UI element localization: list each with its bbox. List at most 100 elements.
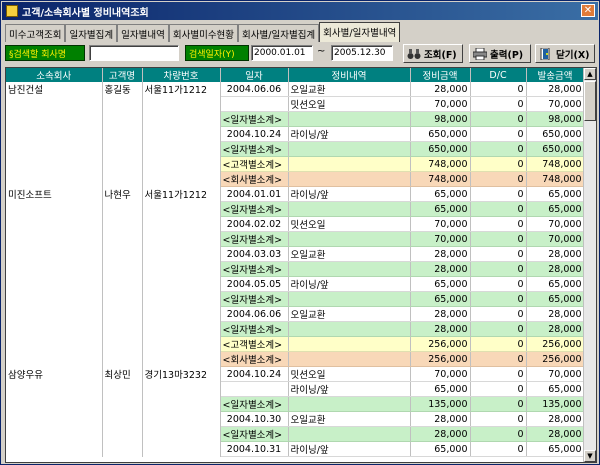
cell-dc: 0: [470, 82, 527, 97]
company-search-button[interactable]: §검색할 회사명: [5, 45, 85, 61]
cell-dc: 0: [470, 381, 527, 397]
cell-company: 미진소프트: [6, 186, 103, 202]
cell-item: [288, 426, 411, 442]
cell-company: [6, 291, 103, 307]
cell-item: 라이닝/앞: [288, 126, 411, 142]
table-row[interactable]: 2004.02.02 밋션오일 70,000 0 70,000: [6, 216, 585, 232]
table-row[interactable]: 미진소프트 나현우 서울11가1212 2004.01.01 라이닝/앞 65,000 0 6…: [6, 186, 585, 202]
cell-amount: 135,000: [410, 396, 471, 412]
scroll-down-arrow[interactable]: ▼: [584, 450, 596, 462]
cell-customer: [102, 96, 143, 112]
table-row[interactable]: <일자별소계> 28,000 0 28,000: [6, 321, 585, 337]
table-row[interactable]: 남진건설 홍길동 서울11가1212 2004.06.06 오일교환 28,000 0 28,…: [6, 82, 585, 97]
close-button[interactable]: 닫기(X): [535, 44, 595, 63]
cell-dc: 0: [470, 171, 527, 187]
close-window-button[interactable]: ✕: [581, 4, 595, 17]
cell-date: <고객별소계>: [220, 156, 289, 172]
window-title: 고객/소속회사별 정비내역조회: [22, 7, 149, 19]
details-grid[interactable]: 소속회사 고객명 차량번호 일자 정비내역 정비금액 D/C 발송금액 남진건설 홍길동 서울11…: [5, 67, 597, 463]
cell-company: [6, 96, 103, 112]
date-to-input[interactable]: 2005.12.30: [331, 45, 393, 61]
cell-amount: 28,000: [410, 261, 471, 277]
table-row[interactable]: <일자별소계> 65,000 0 65,000: [6, 291, 585, 307]
cell-company: [6, 306, 103, 322]
cell-total: 65,000: [526, 291, 585, 307]
app-window: 고객/소속회사별 정비내역조회 ✕ 미수고객조회 일자별집계 일자별내역 회사별…: [0, 0, 600, 465]
table-row[interactable]: <일자별소계> 28,000 0 28,000: [6, 426, 585, 442]
cell-company: [6, 156, 103, 172]
query-button[interactable]: 조회(F): [403, 44, 463, 63]
cell-item: [288, 261, 411, 277]
table-row[interactable]: 라이닝/앞 65,000 0 65,000: [6, 381, 585, 397]
table-row[interactable]: <일자별소계> 98,000 0 98,000: [6, 111, 585, 127]
vertical-scrollbar[interactable]: ▲ ▼: [583, 68, 596, 462]
cell-customer: [102, 156, 143, 172]
table-row[interactable]: 2004.06.06 오일교환 28,000 0 28,000: [6, 306, 585, 322]
table-row[interactable]: <고객별소계> 748,000 0 748,000: [6, 156, 585, 172]
cell-car: [142, 96, 221, 112]
scroll-up-arrow[interactable]: ▲: [584, 68, 596, 80]
cell-total: 65,000: [526, 201, 585, 217]
table-row[interactable]: 삼양우유 최상민 경기13마3232 2004.10.24 밋션오일 70,000 0 70,…: [6, 366, 585, 382]
column-header[interactable]: 정비금액: [410, 68, 471, 82]
table-row[interactable]: 2004.10.31 라이닝/앞 65,000 0 65,000: [6, 441, 585, 457]
cell-car: [142, 351, 221, 367]
tab-daily-summary[interactable]: 일자별집계: [65, 24, 118, 42]
tab-unpaid-customers[interactable]: 미수고객조회: [5, 24, 66, 42]
tab-company-unpaid[interactable]: 회사별미수현황: [168, 24, 239, 42]
cell-item: 밋션오일: [288, 96, 411, 112]
table-row[interactable]: <일자별소계> 65,000 0 65,000: [6, 201, 585, 217]
cell-car: [142, 201, 221, 217]
cell-total: 650,000: [526, 141, 585, 157]
column-header[interactable]: 정비내역: [288, 68, 411, 82]
cell-dc: 0: [470, 336, 527, 352]
table-row[interactable]: 2004.10.30 오일교환 28,000 0 28,000: [6, 411, 585, 427]
cell-dc: 0: [470, 246, 527, 262]
cell-total: 70,000: [526, 366, 585, 382]
company-name-input[interactable]: [89, 45, 179, 61]
table-row[interactable]: 밋션오일 70,000 0 70,000: [6, 96, 585, 112]
cell-car: [142, 111, 221, 127]
column-header[interactable]: 발송금액: [526, 68, 585, 82]
table-row[interactable]: 2004.10.24 라이닝/앞 650,000 0 650,000: [6, 126, 585, 142]
cell-amount: 70,000: [410, 96, 471, 112]
tab-company-daily-details[interactable]: 회사별/일자별내역: [319, 22, 401, 42]
print-button[interactable]: 출력(P): [469, 44, 531, 63]
cell-dc: 0: [470, 306, 527, 322]
cell-total: 256,000: [526, 336, 585, 352]
column-header[interactable]: 소속회사: [6, 68, 103, 82]
cell-date: 2004.10.24: [220, 126, 289, 142]
column-header[interactable]: 일자: [220, 68, 289, 82]
title-bar: 고객/소속회사별 정비내역조회 ✕: [2, 2, 598, 20]
table-row[interactable]: <일자별소계> 135,000 0 135,000: [6, 396, 585, 412]
cell-dc: 0: [470, 366, 527, 382]
cell-car: [142, 126, 221, 142]
cell-customer: [102, 426, 143, 442]
date-from-input[interactable]: 2000.01.01: [251, 45, 313, 61]
cell-item: 오일교환: [288, 411, 411, 427]
cell-company: [6, 126, 103, 142]
cell-customer: [102, 231, 143, 247]
column-header[interactable]: 차량번호: [142, 68, 221, 82]
cell-date: <회사별소계>: [220, 351, 289, 367]
table-row[interactable]: <일자별소계> 650,000 0 650,000: [6, 141, 585, 157]
table-row[interactable]: 2004.03.03 오일교환 28,000 0 28,000: [6, 246, 585, 262]
table-row[interactable]: <일자별소계> 28,000 0 28,000: [6, 261, 585, 277]
cell-date: <일자별소계>: [220, 201, 289, 217]
table-row[interactable]: <회사별소계> 256,000 0 256,000: [6, 351, 585, 367]
cell-customer: [102, 261, 143, 277]
cell-total: 65,000: [526, 381, 585, 397]
tab-company-daily-summary[interactable]: 회사별/일자별집계: [238, 24, 320, 42]
scroll-thumb[interactable]: [584, 81, 596, 121]
table-row[interactable]: <일자별소계> 70,000 0 70,000: [6, 231, 585, 247]
date-search-button[interactable]: 검색일자(Y): [185, 45, 249, 61]
table-row[interactable]: <고객별소계> 256,000 0 256,000: [6, 336, 585, 352]
cell-item: 라이닝/앞: [288, 381, 411, 397]
cell-item: 라이닝/앞: [288, 276, 411, 292]
column-header[interactable]: D/C: [470, 68, 527, 82]
column-header[interactable]: 고객명: [102, 68, 143, 82]
tab-daily-details[interactable]: 일자별내역: [117, 24, 169, 42]
table-row[interactable]: 2004.05.05 라이닝/앞 65,000 0 65,000: [6, 276, 585, 292]
cell-customer: [102, 306, 143, 322]
table-row[interactable]: <회사별소계> 748,000 0 748,000: [6, 171, 585, 187]
